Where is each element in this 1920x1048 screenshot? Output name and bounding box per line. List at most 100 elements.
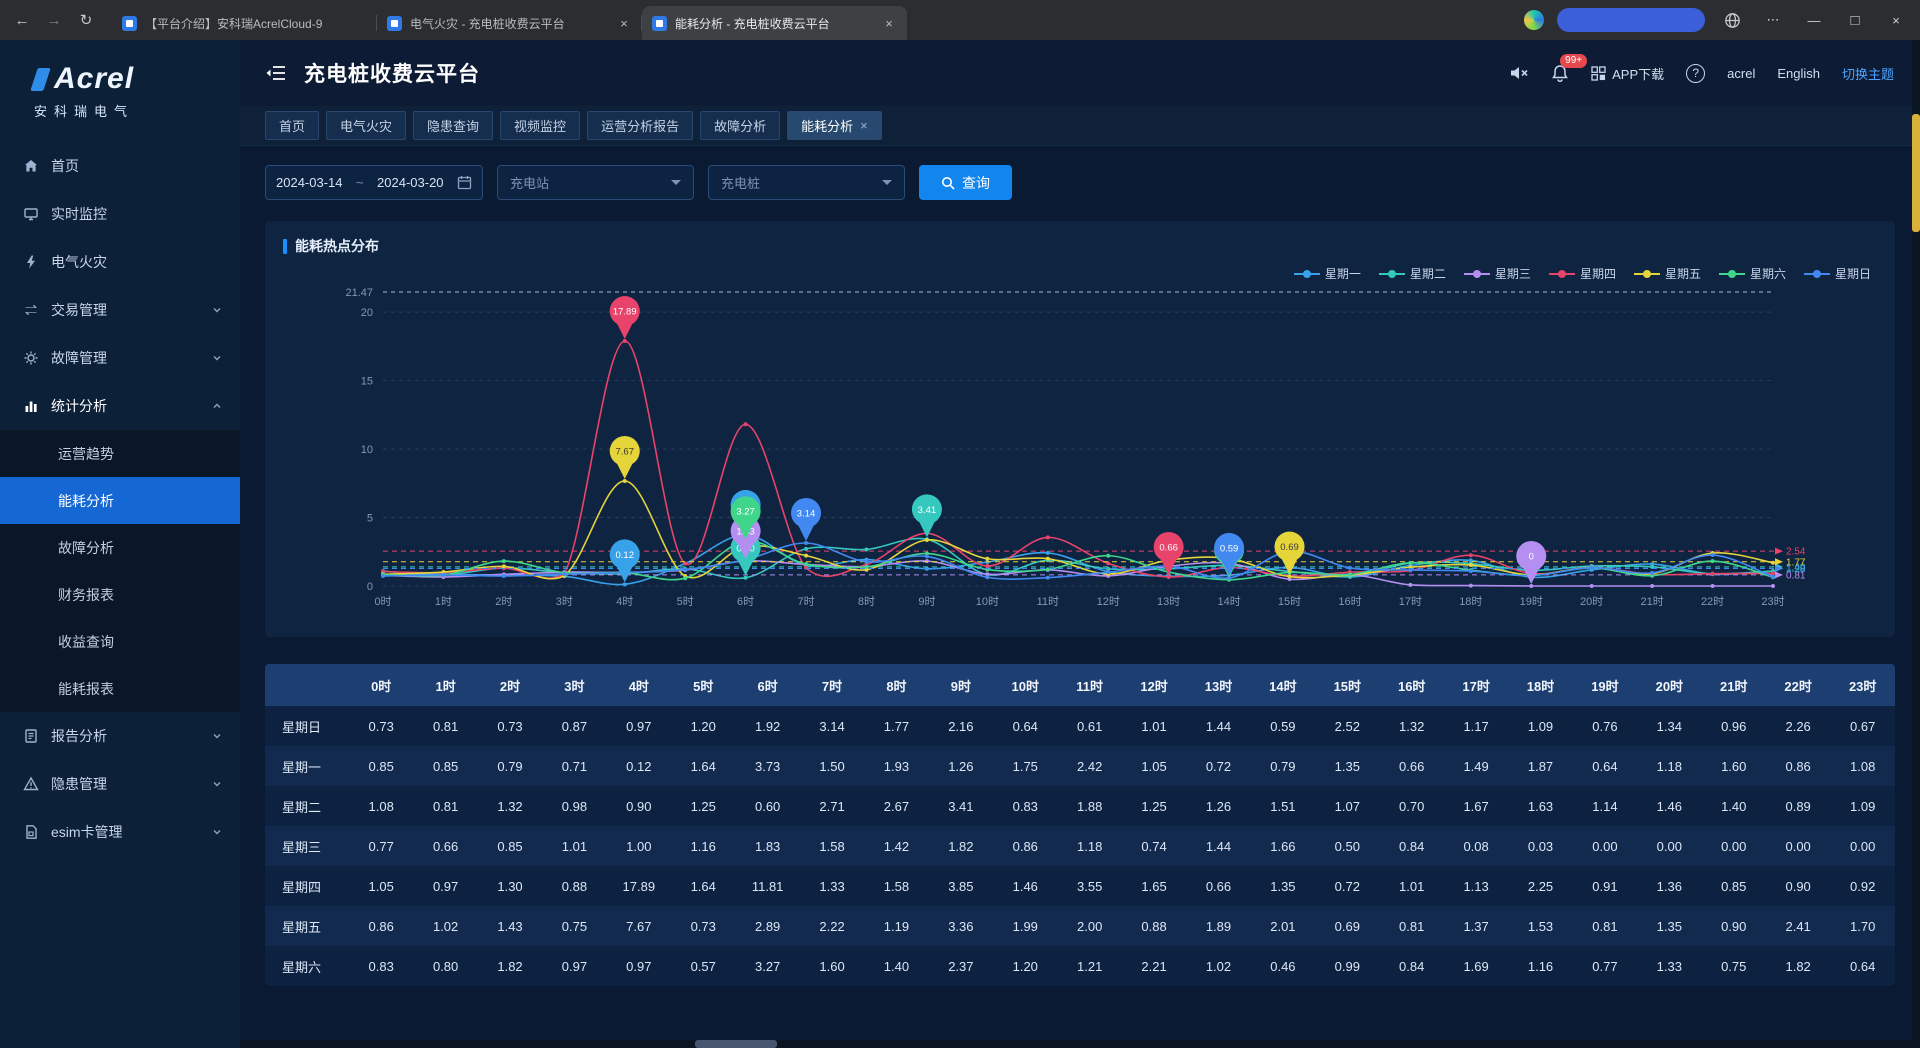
horizontal-scrollbar-thumb[interactable] xyxy=(695,1040,777,1048)
vertical-scrollbar-thumb[interactable] xyxy=(1912,114,1920,232)
sidebar-item-esim[interactable]: esim卡管理 xyxy=(0,808,240,856)
tab-close-icon[interactable] xyxy=(616,15,632,31)
tab-close-icon[interactable] xyxy=(881,15,897,31)
page-tab-2[interactable]: 隐患查询 xyxy=(413,111,493,140)
table-cell: 1.26 xyxy=(929,746,993,786)
browser-tab[interactable]: 【平台介绍】安科瑞AcrelCloud-9 xyxy=(112,6,377,40)
sidebar-subitem-fault-analysis[interactable]: 故障分析 xyxy=(0,524,240,571)
legend-item[interactable]: 星期四 xyxy=(1549,265,1616,282)
page-tab-0[interactable]: 首页 xyxy=(265,111,319,140)
chevron-down-icon xyxy=(671,180,681,185)
page-tab-3[interactable]: 视频监控 xyxy=(500,111,580,140)
date-range-picker[interactable]: 2024-03-14 ~ 2024-03-20 xyxy=(265,165,483,200)
sidebar-item-monitor[interactable]: 实时监控 xyxy=(0,190,240,238)
legend-label: 星期三 xyxy=(1495,265,1531,282)
browser-forward-icon[interactable] xyxy=(40,6,68,34)
sidebar-item-label: 实时监控 xyxy=(51,204,107,224)
maximize-icon[interactable] xyxy=(1841,6,1869,34)
table-cell: 2.21 xyxy=(1122,946,1186,986)
sidebar-item-trade[interactable]: 交易管理 xyxy=(0,286,240,334)
table-cell: 0.98 xyxy=(542,786,606,826)
page-tab-1[interactable]: 电气火灾 xyxy=(326,111,406,140)
browser-profile-avatar[interactable] xyxy=(1524,10,1544,30)
sidebar-subitem-energy-analysis[interactable]: 能耗分析 xyxy=(0,477,240,524)
help-icon[interactable] xyxy=(1686,64,1705,83)
table-cell: 1.44 xyxy=(1186,826,1250,866)
page-tab-6[interactable]: 能耗分析 xyxy=(787,111,882,140)
legend-item[interactable]: 星期六 xyxy=(1719,265,1786,282)
language-switch[interactable]: English xyxy=(1777,66,1820,81)
browser-menu-icon[interactable]: ⋯ xyxy=(1759,6,1787,34)
table-cell: 0.60 xyxy=(735,786,799,826)
chevron-up-icon xyxy=(212,401,222,411)
table-cell: 0.75 xyxy=(542,906,606,946)
sidebar-item-label: 统计分析 xyxy=(51,396,107,416)
sidebar-subitem-energy-report[interactable]: 能耗报表 xyxy=(0,665,240,712)
table-cell: 1.40 xyxy=(1702,786,1766,826)
table-cell: 1.16 xyxy=(1508,946,1572,986)
table-cell: 1.99 xyxy=(993,906,1057,946)
qr-grid-icon xyxy=(1591,66,1606,81)
close-window-icon[interactable] xyxy=(1882,6,1910,34)
app-download-link[interactable]: APP下载 xyxy=(1591,64,1664,83)
station-select[interactable]: 充电站 xyxy=(497,165,694,200)
row-label: 星期五 xyxy=(265,906,349,946)
table-cell: 1.46 xyxy=(1637,786,1701,826)
browser-tab[interactable]: 能耗分析 - 充电桩收费云平台 xyxy=(642,6,907,40)
browser-back-icon[interactable] xyxy=(8,6,36,34)
browser-refresh-icon[interactable] xyxy=(72,6,100,34)
globe-icon[interactable] xyxy=(1718,6,1746,34)
sidebar-item-fault[interactable]: 故障管理 xyxy=(0,334,240,382)
sidebar-item-risk[interactable]: 隐患管理 xyxy=(0,760,240,808)
sidebar-subitem-label: 能耗报表 xyxy=(58,679,114,699)
browser-profile-pill[interactable] xyxy=(1557,8,1705,32)
sidebar-subitem-income-query[interactable]: 收益查询 xyxy=(0,618,240,665)
sidebar-item-report[interactable]: 报告分析 xyxy=(0,712,240,760)
notifications-bell-icon[interactable]: 99+ xyxy=(1551,64,1569,83)
table-cell: 0.81 xyxy=(413,706,477,746)
sidebar-subitem-trend[interactable]: 运营趋势 xyxy=(0,430,240,477)
theme-toggle-link[interactable]: 切换主题 xyxy=(1842,64,1894,83)
tab-close-icon[interactable] xyxy=(860,118,868,133)
sidebar-item-stats[interactable]: 统计分析 xyxy=(0,382,240,430)
table-cell: 1.09 xyxy=(1830,786,1895,826)
query-button[interactable]: 查询 xyxy=(919,165,1012,200)
svg-text:15时: 15时 xyxy=(1278,595,1301,608)
row-label: 星期日 xyxy=(265,706,349,746)
sidebar-subitem-finance-report[interactable]: 财务报表 xyxy=(0,571,240,618)
table-cell: 1.16 xyxy=(671,826,735,866)
calendar-icon xyxy=(457,175,472,190)
table-header-cell: 20时 xyxy=(1637,664,1701,706)
table-cell: 1.18 xyxy=(1637,746,1701,786)
svg-text:22时: 22时 xyxy=(1701,595,1724,608)
page-tab-5[interactable]: 故障分析 xyxy=(700,111,780,140)
browser-tab[interactable]: 电气火灾 - 充电桩收费云平台 xyxy=(377,6,642,40)
table-cell: 1.18 xyxy=(1057,826,1121,866)
table-cell: 1.02 xyxy=(413,906,477,946)
legend-item[interactable]: 星期一 xyxy=(1294,265,1361,282)
svg-text:4时: 4时 xyxy=(616,595,633,608)
horizontal-scrollbar[interactable] xyxy=(240,1040,1912,1048)
legend-item[interactable]: 星期二 xyxy=(1379,265,1446,282)
table-cell: 1.60 xyxy=(800,946,864,986)
legend-item[interactable]: 星期日 xyxy=(1804,265,1871,282)
table-header-cell: 7时 xyxy=(800,664,864,706)
vertical-scrollbar[interactable] xyxy=(1912,40,1920,1048)
table-cell: 0.85 xyxy=(478,826,542,866)
svg-text:15: 15 xyxy=(361,376,373,388)
table-cell: 0.77 xyxy=(1573,946,1637,986)
legend-item[interactable]: 星期五 xyxy=(1634,265,1701,282)
table-cell: 0.85 xyxy=(349,746,413,786)
pile-select[interactable]: 充电桩 xyxy=(708,165,905,200)
minimize-icon[interactable] xyxy=(1800,6,1828,34)
mute-speaker-icon[interactable] xyxy=(1509,64,1529,82)
legend-item[interactable]: 星期三 xyxy=(1464,265,1531,282)
menu-fold-icon[interactable] xyxy=(266,65,286,81)
sidebar-item-home[interactable]: 首页 xyxy=(0,142,240,190)
username[interactable]: acrel xyxy=(1727,66,1755,81)
page-tab-4[interactable]: 运营分析报告 xyxy=(587,111,693,140)
svg-text:13时: 13时 xyxy=(1157,595,1180,608)
svg-text:1时: 1时 xyxy=(435,595,452,608)
sidebar-item-fire[interactable]: 电气火灾 xyxy=(0,238,240,286)
table-cell: 1.82 xyxy=(929,826,993,866)
